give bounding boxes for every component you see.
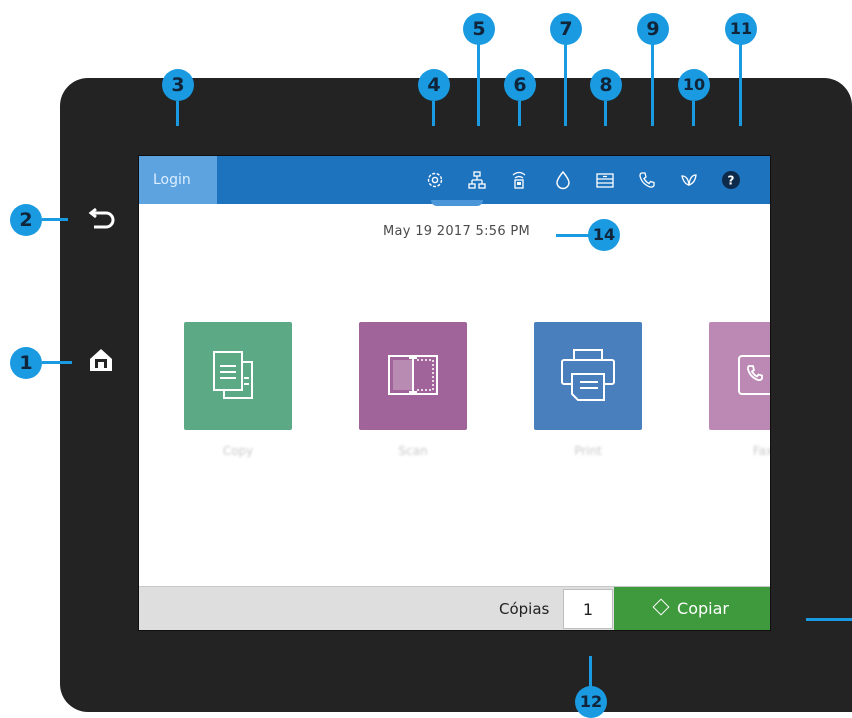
callout-5: 5	[463, 13, 495, 45]
callout-line-5	[477, 44, 480, 126]
scan-icon	[388, 355, 438, 395]
login-button[interactable]: Login	[139, 156, 217, 204]
callout-3: 3	[162, 69, 194, 101]
callout-line-13	[806, 618, 852, 621]
bottom-bar: Cópias 1 Copiar	[139, 586, 770, 630]
trays-icon[interactable]	[595, 170, 615, 190]
touch-screen: Login ? May 19 2017 5:56 PM Copy Scan Pr…	[138, 155, 771, 631]
callout-line-6	[518, 101, 521, 126]
callout-11: 11	[725, 13, 757, 45]
copy-start-button[interactable]: Copiar	[614, 587, 770, 630]
callout-10: 10	[678, 69, 710, 101]
copies-input[interactable]: 1	[563, 589, 613, 629]
callout-2: 2	[10, 204, 42, 236]
callout-6: 6	[504, 69, 536, 101]
eco-icon[interactable]	[679, 170, 699, 190]
callout-line-9	[651, 44, 654, 126]
start-diamond-icon	[652, 598, 670, 616]
copy-icon	[213, 351, 253, 399]
pull-down-tab[interactable]	[431, 200, 483, 206]
copy-label: Copy	[222, 444, 254, 458]
fax-tile[interactable]	[709, 322, 770, 430]
scan-tile[interactable]	[359, 322, 467, 430]
network-icon[interactable]	[467, 170, 487, 190]
callout-14: 14	[588, 219, 620, 251]
callout-line-11	[739, 44, 742, 126]
callout-8: 8	[590, 69, 622, 101]
print-tile[interactable]	[534, 322, 642, 430]
settings-icon[interactable]	[425, 170, 445, 190]
home-icon	[90, 349, 112, 371]
home-button[interactable]	[86, 345, 116, 375]
callout-line-14	[556, 234, 590, 237]
print-label: Print	[574, 444, 602, 458]
copy-tile[interactable]	[184, 322, 292, 430]
fax-icon[interactable]	[637, 170, 657, 190]
back-arrow-icon	[88, 207, 115, 229]
top-bar: Login ?	[139, 156, 770, 204]
fax-tile-icon	[738, 355, 770, 395]
callout-1: 1	[10, 347, 42, 379]
print-icon	[561, 349, 615, 401]
callout-4: 4	[418, 69, 450, 101]
help-icon[interactable]: ?	[721, 170, 741, 190]
help-glyph: ?	[728, 174, 735, 188]
copies-label: Cópias	[499, 600, 550, 618]
scan-label: Scan	[398, 444, 428, 458]
callout-9: 9	[637, 13, 669, 45]
callout-line-1	[42, 361, 72, 364]
callout-line-10	[692, 101, 695, 126]
callout-line-4	[432, 101, 435, 126]
callout-line-2	[42, 218, 68, 221]
copy-start-label: Copiar	[677, 599, 729, 618]
callout-line-8	[604, 101, 607, 126]
callout-7: 7	[550, 13, 582, 45]
callout-line-3	[176, 101, 179, 126]
wireless-icon[interactable]	[509, 170, 529, 190]
fax-label: Fax	[752, 444, 770, 458]
callout-12: 12	[575, 686, 607, 718]
supplies-icon[interactable]	[553, 170, 573, 190]
callout-line-7	[564, 44, 567, 126]
date-time: May 19 2017 5:56 PM	[383, 224, 530, 239]
back-button[interactable]	[86, 203, 118, 235]
